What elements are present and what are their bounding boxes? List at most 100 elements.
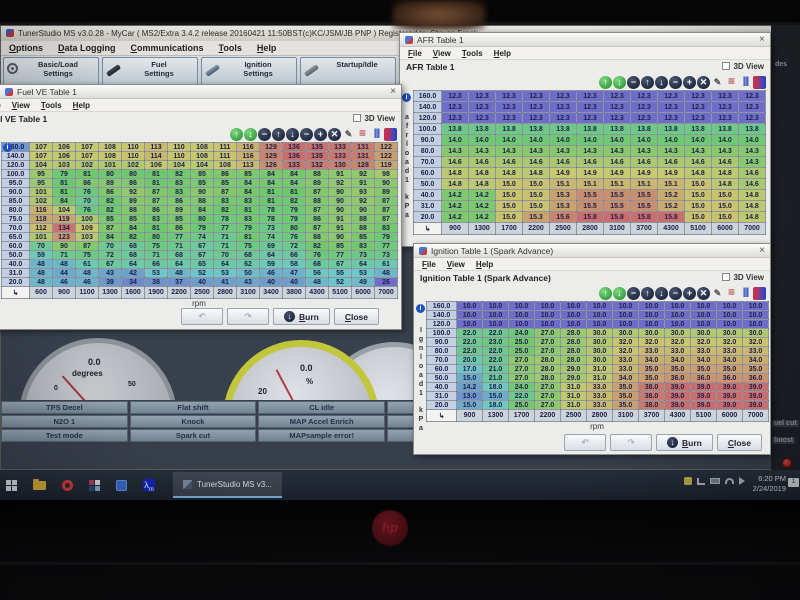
table-cell[interactable]: 38.0 — [639, 383, 665, 392]
minus-icon[interactable]: − — [669, 287, 682, 300]
table-cell[interactable]: 15.1 — [550, 179, 577, 190]
table-cell[interactable]: 73 — [375, 251, 398, 260]
x-axis-cell[interactable]: 6000 — [717, 410, 743, 422]
table-cell[interactable]: 71 — [145, 251, 168, 260]
table-cell[interactable]: 90 — [352, 206, 375, 215]
table-cell[interactable]: 119 — [53, 215, 76, 224]
table-cell[interactable]: 53 — [352, 269, 375, 278]
table-cell[interactable]: 61 — [375, 260, 398, 269]
table-cell[interactable]: 43 — [237, 278, 260, 287]
table-cell[interactable]: 10.0 — [665, 311, 691, 320]
table-cell[interactable]: 82 — [214, 206, 237, 215]
table-cell[interactable]: 101 — [99, 161, 122, 170]
table-cell[interactable]: 92 — [122, 188, 145, 197]
table-cell[interactable]: 10.0 — [561, 302, 587, 311]
table-cell[interactable]: 36.0 — [665, 374, 691, 383]
table-cell[interactable]: 30.0 — [587, 329, 613, 338]
table-cell[interactable]: 62 — [237, 260, 260, 269]
table-cell[interactable]: 71 — [214, 233, 237, 242]
table-cell[interactable]: 13.8 — [658, 124, 685, 135]
table-cell[interactable]: 110 — [168, 143, 191, 152]
opera-browser-icon[interactable] — [62, 480, 73, 491]
table-cell[interactable]: 10.0 — [665, 302, 691, 311]
x-axis-cell[interactable]: 2200 — [523, 223, 550, 235]
table-cell[interactable]: 30.0 — [743, 329, 769, 338]
table-cell[interactable]: 31.0 — [561, 392, 587, 401]
x-axis-cell[interactable]: 900 — [442, 223, 469, 235]
table-cell[interactable]: 82 — [168, 170, 191, 179]
bar-chart-icon[interactable]: ||| — [739, 76, 752, 89]
table-cell[interactable]: 65 — [191, 260, 214, 269]
table-cell[interactable]: 12.3 — [469, 91, 496, 102]
table-cell[interactable]: 10.0 — [535, 320, 561, 329]
tray-network-icon[interactable] — [697, 478, 705, 485]
x-axis-cell[interactable]: 3100 — [237, 287, 260, 299]
table-cell[interactable]: 12.3 — [523, 91, 550, 102]
basic-load-settings-button[interactable]: Basic/LoadSettings — [3, 57, 99, 85]
x-axis-cell[interactable]: 1700 — [496, 223, 523, 235]
y-axis-cell[interactable]: 160.0 — [414, 91, 442, 102]
table-cell[interactable]: 12.3 — [577, 91, 604, 102]
table-cell[interactable]: 10.0 — [743, 311, 769, 320]
table-cell[interactable]: 15.3 — [523, 212, 550, 223]
table-cell[interactable]: 14.3 — [469, 146, 496, 157]
table-cell[interactable]: 73 — [352, 251, 375, 260]
table-cell[interactable]: 102 — [122, 161, 145, 170]
table-cell[interactable]: 13.8 — [442, 124, 469, 135]
table-cell[interactable]: 83 — [214, 197, 237, 206]
table-cell[interactable]: 131 — [352, 143, 375, 152]
table-cell[interactable]: 13.8 — [577, 124, 604, 135]
table-cell[interactable]: 27.0 — [535, 383, 561, 392]
table-cell[interactable]: 12.3 — [658, 102, 685, 113]
table-cell[interactable]: 76 — [76, 206, 99, 215]
table-cell[interactable]: 14.8 — [712, 179, 739, 190]
menu-tools[interactable]: Tools — [219, 43, 242, 53]
view-3d-toggle[interactable]: 3D View — [353, 114, 395, 123]
lambda-app-icon[interactable]: λm — [143, 479, 155, 491]
clear-icon[interactable]: ✕ — [697, 76, 710, 89]
bar-chart-icon[interactable]: ||| — [370, 128, 383, 141]
y-axis-cell[interactable]: 140.0 — [427, 311, 457, 320]
y-axis-cell[interactable]: 140.0 — [414, 102, 442, 113]
shift-down-icon[interactable]: ↓ — [286, 128, 299, 141]
table-cell[interactable]: 15.3 — [550, 190, 577, 201]
scale-up-icon[interactable]: ↑ — [599, 287, 612, 300]
table-cell[interactable]: 53 — [145, 269, 168, 278]
table-cell[interactable]: 10.0 — [743, 302, 769, 311]
scale-up-icon[interactable]: ↑ — [230, 128, 243, 141]
table-cell[interactable]: 39.0 — [743, 401, 769, 410]
table-cell[interactable]: 84 — [260, 179, 283, 188]
table-cell[interactable]: 68 — [122, 251, 145, 260]
table-cell[interactable]: 14.9 — [577, 168, 604, 179]
table-cell[interactable]: 134 — [53, 224, 76, 233]
table-cell[interactable]: 32.0 — [691, 338, 717, 347]
close-icon[interactable]: × — [390, 85, 396, 99]
table-cell[interactable]: 90 — [191, 188, 214, 197]
table-cell[interactable]: 39 — [99, 278, 122, 287]
table-cell[interactable]: 14.2 — [442, 212, 469, 223]
table-cell[interactable]: 135 — [306, 143, 329, 152]
startup-idle-button[interactable]: Startup/Idle — [300, 57, 396, 85]
table-cell[interactable]: 89 — [99, 179, 122, 188]
y-axis-cell[interactable]: 31.0 — [2, 269, 30, 278]
table-cell[interactable]: 21.0 — [483, 365, 509, 374]
table-cell[interactable]: 27.0 — [509, 356, 535, 365]
table-cell[interactable]: 15.0 — [712, 201, 739, 212]
table-cell[interactable]: 14.0 — [550, 135, 577, 146]
table-cell[interactable]: 123 — [53, 233, 76, 242]
table-cell[interactable]: 14.3 — [712, 146, 739, 157]
close-button[interactable]: Close — [717, 434, 762, 451]
y-axis-cell[interactable]: 50.0 — [427, 374, 457, 383]
table-cell[interactable]: 10.0 — [457, 302, 483, 311]
table-cell[interactable]: 86 — [306, 215, 329, 224]
table-cell[interactable]: 122 — [375, 152, 398, 161]
table-cell[interactable]: 14.0 — [442, 135, 469, 146]
table-cell[interactable]: 39.0 — [717, 392, 743, 401]
table-cell[interactable]: 110 — [168, 152, 191, 161]
taskbar-tunerstudio-button[interactable]: TunerStudio MS v3... — [173, 472, 282, 498]
table-cell[interactable]: 67 — [191, 251, 214, 260]
table-cell[interactable]: 64 — [352, 260, 375, 269]
y-axis-cell[interactable]: 70.0 — [2, 224, 30, 233]
redo-button[interactable]: ↷ — [227, 308, 269, 325]
table-cell[interactable]: 92 — [352, 170, 375, 179]
